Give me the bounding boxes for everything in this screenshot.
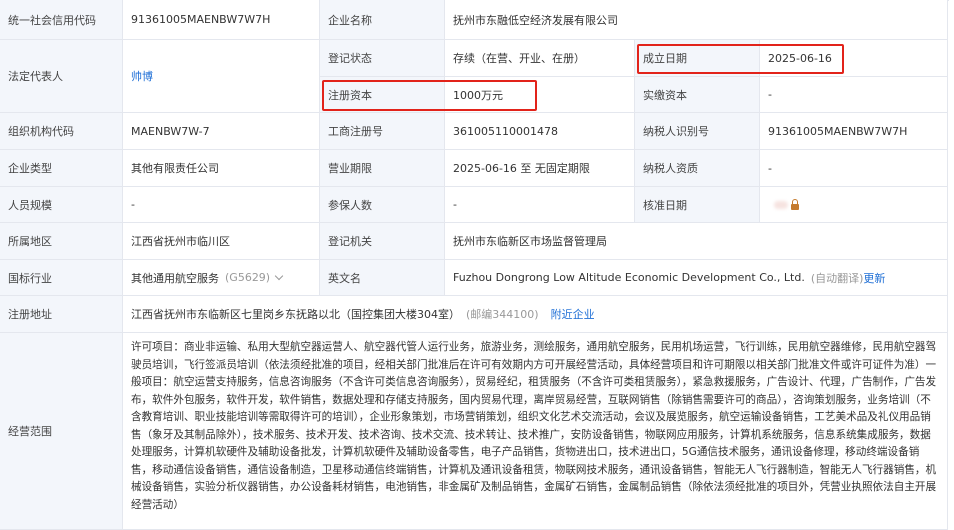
label-reg-authority: 登记机关 bbox=[320, 223, 445, 260]
value-reg-status: 存续（在营、开业、在册） bbox=[445, 40, 635, 77]
english-name-cell: Fuzhou Dongrong Low Altitude Economic De… bbox=[445, 260, 948, 296]
blurred-date bbox=[774, 200, 788, 209]
highlight-box-reg-capital bbox=[322, 80, 537, 111]
label-company-name: 企业名称 bbox=[320, 0, 445, 40]
value-address: 江西省抚州市东临新区七里岗乡东抚路以北（国控集团大楼304室） bbox=[131, 308, 460, 321]
label-reg-status: 登记状态 bbox=[320, 40, 445, 77]
value-biz-term: 2025-06-16 至 无固定期限 bbox=[445, 150, 635, 187]
legal-rep-cell: 帅博 bbox=[123, 40, 320, 113]
industry-cell[interactable]: 其他通用航空服务 (G5629) bbox=[123, 260, 320, 296]
value-company-name: 抚州市东融低空经济发展有限公司 bbox=[445, 0, 948, 40]
label-taxpayer-id: 纳税人识别号 bbox=[635, 113, 760, 150]
label-org-code: 组织机构代码 bbox=[0, 113, 123, 150]
label-taxpayer-qual: 纳税人资质 bbox=[635, 150, 760, 187]
value-taxpayer-qual: - bbox=[760, 150, 948, 187]
value-reg-authority: 抚州市东临新区市场监督管理局 bbox=[445, 223, 948, 260]
value-scope: 许可项目：商业非运输、私用大型航空器运营人、航空器代管人运行业务，旅游业务，测绘… bbox=[123, 333, 948, 530]
address-cell: 江西省抚州市东临新区七里岗乡东抚路以北（国控集团大楼304室） (邮编34410… bbox=[123, 296, 948, 333]
value-industry: 其他通用航空服务 bbox=[131, 271, 219, 285]
label-staff-size: 人员规模 bbox=[0, 187, 123, 223]
value-paid-capital: - bbox=[760, 77, 948, 113]
auto-translate-tag: (自动翻译) bbox=[810, 271, 864, 285]
value-english-name: Fuzhou Dongrong Low Altitude Economic De… bbox=[453, 271, 805, 284]
label-biz-term: 营业期限 bbox=[320, 150, 445, 187]
chevron-down-icon[interactable] bbox=[274, 271, 284, 281]
label-address: 注册地址 bbox=[0, 296, 123, 333]
postcode: (邮编344100) bbox=[466, 308, 539, 321]
legal-rep-link[interactable]: 帅博 bbox=[131, 68, 153, 84]
update-link[interactable]: 更新 bbox=[863, 270, 885, 286]
label-credit-code: 统一社会信用代码 bbox=[0, 0, 123, 40]
label-scope: 经营范围 bbox=[0, 333, 123, 530]
approval-date-cell bbox=[760, 187, 948, 223]
label-biz-reg-no: 工商注册号 bbox=[320, 113, 445, 150]
value-biz-reg-no: 361005110001478 bbox=[445, 113, 635, 150]
label-insured: 参保人数 bbox=[320, 187, 445, 223]
nearby-companies-link[interactable]: 附近企业 bbox=[551, 306, 595, 322]
label-paid-capital: 实缴资本 bbox=[635, 77, 760, 113]
highlight-box-founded bbox=[637, 44, 844, 74]
value-region: 江西省抚州市临川区 bbox=[123, 223, 320, 260]
label-region: 所属地区 bbox=[0, 223, 123, 260]
value-org-code: MAENBW7W-7 bbox=[123, 113, 320, 150]
value-taxpayer-id: 91361005MAENBW7W7H bbox=[760, 113, 948, 150]
label-legal-rep: 法定代表人 bbox=[0, 40, 123, 113]
value-staff-size: - bbox=[123, 187, 320, 223]
value-company-type: 其他有限责任公司 bbox=[123, 150, 320, 187]
lock-icon[interactable] bbox=[791, 198, 799, 210]
label-company-type: 企业类型 bbox=[0, 150, 123, 187]
label-industry: 国标行业 bbox=[0, 260, 123, 296]
industry-code: (G5629) bbox=[225, 271, 271, 284]
label-english-name: 英文名 bbox=[320, 260, 445, 296]
label-approval-date: 核准日期 bbox=[635, 187, 760, 223]
value-credit-code: 91361005MAENBW7W7H bbox=[123, 0, 320, 40]
value-insured: - bbox=[445, 187, 635, 223]
